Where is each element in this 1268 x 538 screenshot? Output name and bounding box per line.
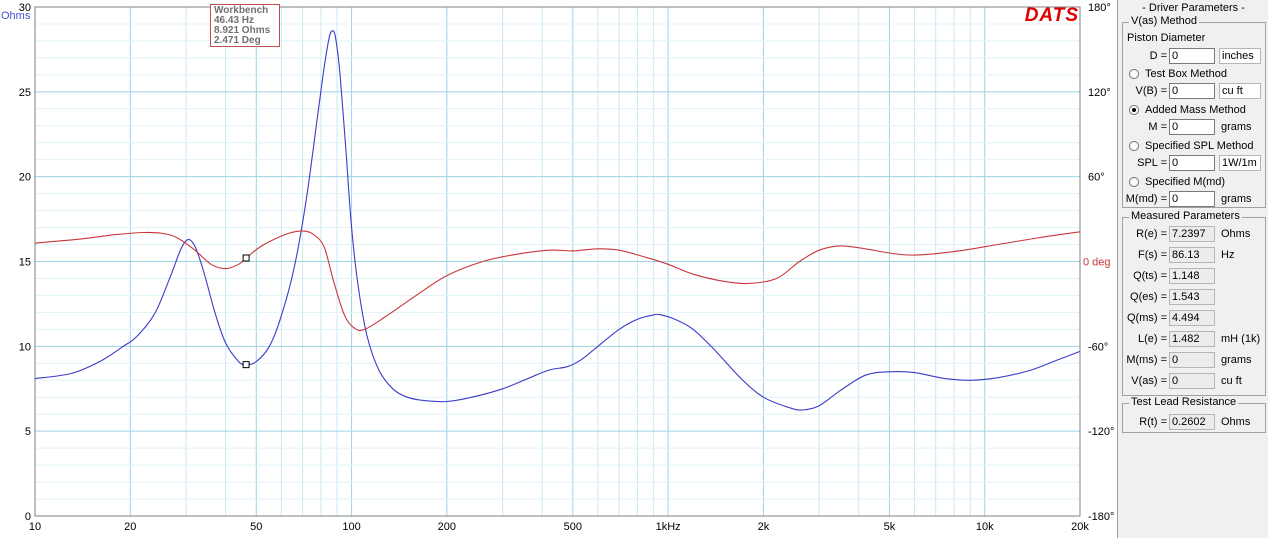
y-left-tick-label: 5 bbox=[25, 426, 31, 438]
y-right-axis-label: 0 deg bbox=[1083, 257, 1111, 269]
x-tick-label: 20 bbox=[124, 521, 136, 533]
measured-param-label: V(as) = bbox=[1131, 375, 1167, 387]
measured-param-value[interactable]: 1.482 bbox=[1169, 331, 1215, 347]
y-right-tick-label: -180° bbox=[1088, 511, 1114, 523]
m-label: M = bbox=[1148, 121, 1167, 133]
measured-param-unit: cu ft bbox=[1221, 375, 1242, 387]
y-right-tick-label: 60° bbox=[1088, 172, 1105, 184]
measured-param-value[interactable]: 0 bbox=[1169, 373, 1215, 389]
measured-param-value[interactable]: 1.543 bbox=[1169, 289, 1215, 305]
added-mass-label: Added Mass Method bbox=[1145, 104, 1246, 116]
phase-series-line bbox=[34, 230, 1081, 332]
cursor-phase: 2.471 Deg bbox=[214, 35, 261, 46]
x-tick-label: 500 bbox=[564, 521, 582, 533]
measured-param-unit: Hz bbox=[1221, 249, 1235, 261]
test-lead-title: Test Lead Resistance bbox=[1129, 396, 1239, 408]
y-left-tick-label: 15 bbox=[19, 257, 31, 269]
x-tick-label: 10 bbox=[29, 521, 41, 533]
y-right-tick-label: 180° bbox=[1088, 2, 1111, 14]
y-left-tick-label: 25 bbox=[19, 87, 31, 99]
measured-param-unit: grams bbox=[1221, 354, 1252, 366]
rt-value[interactable]: 0.2602 bbox=[1169, 414, 1215, 430]
x-tick-label: 100 bbox=[342, 521, 360, 533]
measured-param-label: L(e) = bbox=[1137, 333, 1167, 345]
m-unit: grams bbox=[1221, 121, 1252, 133]
impedance-chart[interactable]: 0 5 10 15 20 25 30 Ohms 180° 120° 60° -60° -120° -180… bbox=[0, 0, 1117, 538]
measured-param-label: F(s) = bbox=[1137, 249, 1167, 261]
vb-unit[interactable]: cu ft bbox=[1219, 83, 1261, 99]
vb-input[interactable]: 0 bbox=[1169, 83, 1215, 99]
x-tick-label: 200 bbox=[438, 521, 456, 533]
d-unit[interactable]: inches bbox=[1219, 48, 1261, 64]
measured-parameters-group: Measured Parameters R(e) = 7.2397 Ohms F(s)… bbox=[1122, 210, 1266, 396]
measured-parameters-title: Measured Parameters bbox=[1129, 210, 1242, 222]
measured-param-value[interactable]: 0 bbox=[1169, 352, 1215, 368]
specified-mmd-label: Specified M(md) bbox=[1145, 176, 1226, 188]
d-input[interactable]: 0 bbox=[1169, 48, 1215, 64]
cursor-marker-phase bbox=[242, 254, 250, 262]
x-tick-label: 10k bbox=[976, 521, 994, 533]
spl-input[interactable]: 0 bbox=[1169, 155, 1215, 171]
d-label: D = bbox=[1149, 50, 1167, 62]
m-input[interactable]: 0 bbox=[1169, 119, 1215, 135]
measured-param-label: Q(es) = bbox=[1130, 291, 1167, 303]
measured-param-label: Q(ts) = bbox=[1133, 270, 1167, 282]
y-right-tick-label: 120° bbox=[1088, 87, 1111, 99]
measured-param-label: R(e) = bbox=[1136, 228, 1167, 240]
x-tick-label: 2k bbox=[758, 521, 770, 533]
specified-spl-radio[interactable] bbox=[1129, 141, 1139, 151]
y-left-axis-label: Ohms bbox=[1, 10, 31, 22]
y-right-tick-label: -120° bbox=[1088, 426, 1114, 438]
x-tick-label: 20k bbox=[1071, 521, 1089, 533]
measured-param-label: Q(ms) = bbox=[1126, 312, 1167, 324]
measured-param-value[interactable]: 7.2397 bbox=[1169, 226, 1215, 242]
rt-unit: Ohms bbox=[1221, 416, 1251, 428]
spl-label: SPL = bbox=[1137, 157, 1167, 169]
spl-unit[interactable]: 1W/1m bbox=[1219, 155, 1261, 171]
test-box-label: Test Box Method bbox=[1145, 68, 1227, 80]
driver-parameters-panel: - Driver Parameters - V(as) Method Pisto… bbox=[1117, 0, 1268, 538]
test-lead-group: Test Lead Resistance R(t) = 0.2602 Ohms bbox=[1122, 396, 1266, 433]
y-left-tick-label: 20 bbox=[19, 172, 31, 184]
test-box-radio[interactable] bbox=[1129, 69, 1139, 79]
specified-spl-label: Specified SPL Method bbox=[1145, 140, 1254, 152]
mmd-label: M(md) = bbox=[1125, 193, 1167, 205]
measured-param-label: M(ms) = bbox=[1126, 354, 1167, 366]
cursor-readout: Workbench 46.43 Hz 8.921 Ohms 2.471 Deg bbox=[210, 4, 280, 47]
panel-title: - Driver Parameters - bbox=[1142, 2, 1245, 14]
brand-logo: DATS bbox=[1024, 5, 1079, 26]
measured-param-value[interactable]: 4.494 bbox=[1169, 310, 1215, 326]
measured-param-value[interactable]: 1.148 bbox=[1169, 268, 1215, 284]
y-right-tick-label: -60° bbox=[1088, 341, 1108, 353]
grid-lines bbox=[34, 6, 1081, 517]
x-tick-label: 1kHz bbox=[656, 521, 681, 533]
measured-param-value[interactable]: 86.13 bbox=[1169, 247, 1215, 263]
cursor-marker-impedance bbox=[242, 361, 250, 369]
specified-mmd-radio[interactable] bbox=[1129, 177, 1139, 187]
impedance-series-line bbox=[34, 30, 1081, 411]
x-tick-label: 50 bbox=[250, 521, 262, 533]
measured-param-unit: Ohms bbox=[1221, 228, 1251, 240]
vas-method-group: V(as) Method Piston Diameter D = 0 inche… bbox=[1122, 15, 1266, 208]
chart-svg[interactable]: 051015202530Ohms180°120°60°-60°-120°-180… bbox=[0, 0, 1117, 538]
piston-diameter-label: Piston Diameter bbox=[1127, 32, 1206, 44]
added-mass-radio[interactable] bbox=[1129, 105, 1139, 115]
x-tick-label: 5k bbox=[884, 521, 896, 533]
y-left-tick-label: 10 bbox=[19, 341, 31, 353]
vb-label: V(B) = bbox=[1135, 85, 1167, 97]
vas-method-title: V(as) Method bbox=[1129, 15, 1200, 27]
measured-param-unit: mH (1k) bbox=[1221, 333, 1261, 345]
rt-label: R(t) = bbox=[1139, 416, 1167, 428]
mmd-input[interactable]: 0 bbox=[1169, 191, 1215, 207]
mmd-unit: grams bbox=[1221, 193, 1252, 205]
